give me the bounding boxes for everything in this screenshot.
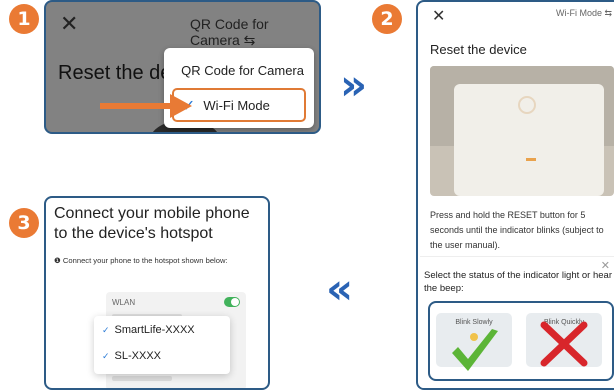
- next-step-icon: »: [340, 60, 367, 109]
- wlan-toggle[interactable]: [224, 297, 240, 307]
- wifi-mode-toggle[interactable]: Wi-Fi Mode ⇆: [556, 8, 612, 19]
- panel-reset-device: ✕ Wi-Fi Mode ⇆ Reset the device Press an…: [416, 0, 614, 390]
- option-blink-quickly[interactable]: Blink Quickly: [526, 313, 602, 367]
- pointer-arrow-head: [170, 94, 192, 118]
- panel-select-wifi-mode: ✕ QR Code for Camera ⇆ Reset the devi QR…: [44, 0, 321, 134]
- indicator-status-sheet: ✕ Select the status of the indicator lig…: [420, 256, 614, 388]
- dropdown-item-qr-code[interactable]: QR Code for Camera: [164, 63, 314, 78]
- step-2-badge: 2: [372, 4, 402, 34]
- qr-mode-toggle[interactable]: QR Code for Camera ⇆: [190, 16, 319, 49]
- step-3-badge: 3: [9, 208, 39, 238]
- option-blink-slowly-label: Blink Slowly: [455, 319, 493, 326]
- close-icon[interactable]: ✕: [432, 6, 445, 25]
- panel3-heading: Connect your mobile phone to the device'…: [54, 205, 250, 242]
- cross-mark-icon: [540, 321, 588, 367]
- check-icon: ✓: [102, 352, 110, 362]
- wlan-label: WLAN: [112, 298, 136, 307]
- check-mark-icon: [452, 329, 498, 371]
- close-icon[interactable]: ✕: [60, 12, 78, 37]
- network-list-card: ✓ SmartLife-XXXX ✓ SL-XXXX: [94, 316, 230, 374]
- sheet-question: Select the status of the indicator light…: [424, 270, 612, 294]
- reset-instructions: Press and hold the RESET button for 5 se…: [430, 210, 604, 250]
- panel-connect-hotspot: Connect your mobile phone to the device'…: [44, 196, 270, 390]
- status-options: Blink Slowly Blink Quickly: [428, 301, 614, 381]
- hotspot-instruction: ❶ Connect your phone to the hotspot show…: [54, 256, 228, 265]
- dropdown-item-wifi-mode[interactable]: ✓ Wi-Fi Mode: [172, 88, 306, 122]
- indicator-light-icon: [518, 96, 536, 114]
- network-item-smartlife[interactable]: ✓ SmartLife-XXXX: [102, 324, 195, 336]
- reset-button-icon: [526, 158, 536, 161]
- step-1-badge: 1: [9, 4, 39, 34]
- network-name: SL-XXXX: [114, 350, 162, 362]
- check-icon: ✓: [102, 326, 110, 336]
- device-photo: [430, 66, 614, 196]
- option-blink-slowly[interactable]: Blink Slowly: [436, 313, 512, 371]
- pointer-arrow-icon: [100, 103, 174, 109]
- network-name: SmartLife-XXXX: [114, 324, 195, 336]
- previous-step-icon: «: [326, 264, 353, 313]
- placeholder-row: [112, 376, 172, 381]
- wifi-mode-label: Wi-Fi Mode: [203, 97, 270, 113]
- panel2-title: Reset the device: [430, 42, 527, 57]
- network-item-sl[interactable]: ✓ SL-XXXX: [102, 350, 161, 362]
